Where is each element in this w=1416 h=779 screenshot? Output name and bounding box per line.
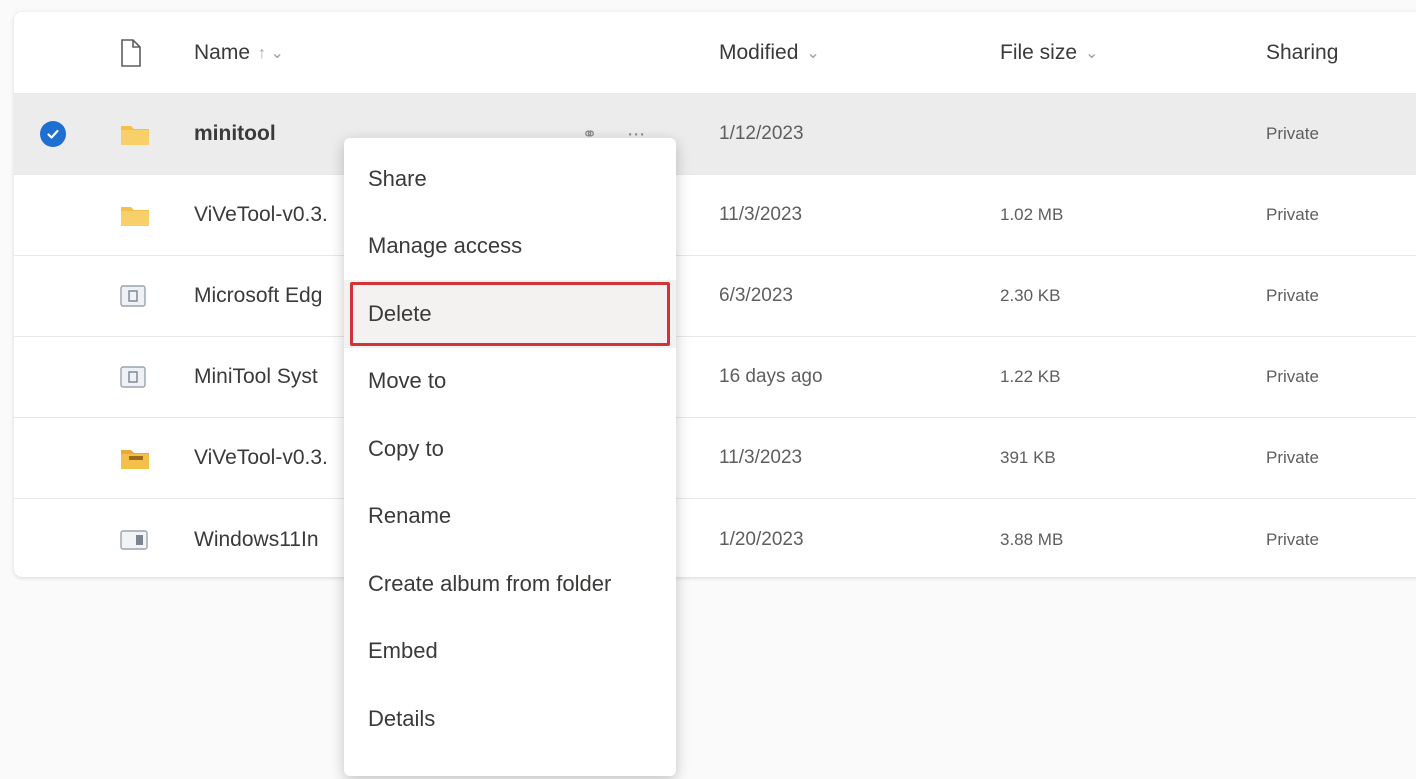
row-checkbox[interactable] — [40, 94, 76, 174]
sharing-status: Private — [1266, 205, 1319, 224]
sharing-status: Private — [1266, 448, 1319, 467]
sort-asc-icon: ↑ ⌄ — [258, 44, 284, 62]
menu-item-delete[interactable]: Delete — [344, 280, 676, 348]
column-header-name[interactable]: Name ↑ ⌄ — [194, 12, 674, 93]
zip-folder-icon — [120, 418, 154, 498]
sharing-status: Private — [1266, 529, 1319, 549]
menu-item-copy-to[interactable]: Copy to — [344, 415, 676, 483]
table-row[interactable]: Windows11In 1/20/2023 3.88 MB Private — [14, 499, 1416, 577]
file-type-icon[interactable] — [120, 12, 154, 93]
sharing-status: Private — [1266, 124, 1319, 143]
modified-date: 11/3/2023 — [719, 204, 803, 225]
file-size: 2.30 KB — [1000, 286, 1061, 305]
column-header-file-size[interactable]: File size ⌄ — [1000, 12, 1240, 93]
file-size: 3.88 MB — [1000, 529, 1064, 549]
modified-date: 11/3/2023 — [719, 447, 803, 468]
menu-item-details[interactable]: Details — [344, 685, 676, 753]
column-header-sharing[interactable]: Sharing — [1266, 12, 1416, 93]
image-file-icon — [120, 499, 154, 577]
chevron-down-icon: ⌄ — [1085, 44, 1099, 62]
folder-icon — [120, 175, 154, 255]
menu-item-embed[interactable]: Embed — [344, 618, 676, 686]
modified-date: 1/12/2023 — [719, 123, 804, 144]
chevron-down-icon: ⌄ — [806, 44, 820, 62]
file-size — [1000, 94, 1240, 174]
file-size: 391 KB — [1000, 448, 1056, 467]
table-row[interactable]: ViVeTool-v0.3. 11/3/2023 1.02 MB Private — [14, 175, 1416, 256]
table-row[interactable]: minitool ⚭ ⋯ 1/12/2023 Private — [14, 94, 1416, 175]
table-row[interactable]: Microsoft Edg 6/3/2023 2.30 KB Private — [14, 256, 1416, 337]
sharing-status: Private — [1266, 367, 1319, 386]
modified-date: 1/20/2023 — [719, 528, 804, 550]
menu-item-manage-access[interactable]: Manage access — [344, 213, 676, 281]
column-header-row: Name ↑ ⌄ Modified ⌄ File size ⌄ Sharing — [14, 12, 1416, 94]
column-header-modified[interactable]: Modified ⌄ — [719, 12, 959, 93]
file-icon — [120, 256, 154, 336]
table-row[interactable]: MiniTool Syst 16 days ago 1.22 KB Privat… — [14, 337, 1416, 418]
sharing-status: Private — [1266, 286, 1319, 305]
folder-icon — [120, 94, 154, 174]
menu-item-move-to[interactable]: Move to — [344, 348, 676, 416]
context-menu: Share Manage access Delete Move to Copy … — [344, 138, 676, 776]
file-icon — [120, 337, 154, 417]
checkmark-icon — [40, 121, 66, 147]
file-size: 1.22 KB — [1000, 367, 1061, 386]
modified-date: 6/3/2023 — [719, 285, 793, 306]
file-list: Name ↑ ⌄ Modified ⌄ File size ⌄ Sharing … — [14, 12, 1416, 577]
modified-date: 16 days ago — [719, 366, 823, 387]
menu-item-rename[interactable]: Rename — [344, 483, 676, 551]
menu-item-share[interactable]: Share — [344, 145, 676, 213]
table-row[interactable]: ViVeTool-v0.3. 11/3/2023 391 KB Private — [14, 418, 1416, 499]
file-size: 1.02 MB — [1000, 205, 1064, 224]
menu-item-create-album[interactable]: Create album from folder — [344, 550, 676, 618]
